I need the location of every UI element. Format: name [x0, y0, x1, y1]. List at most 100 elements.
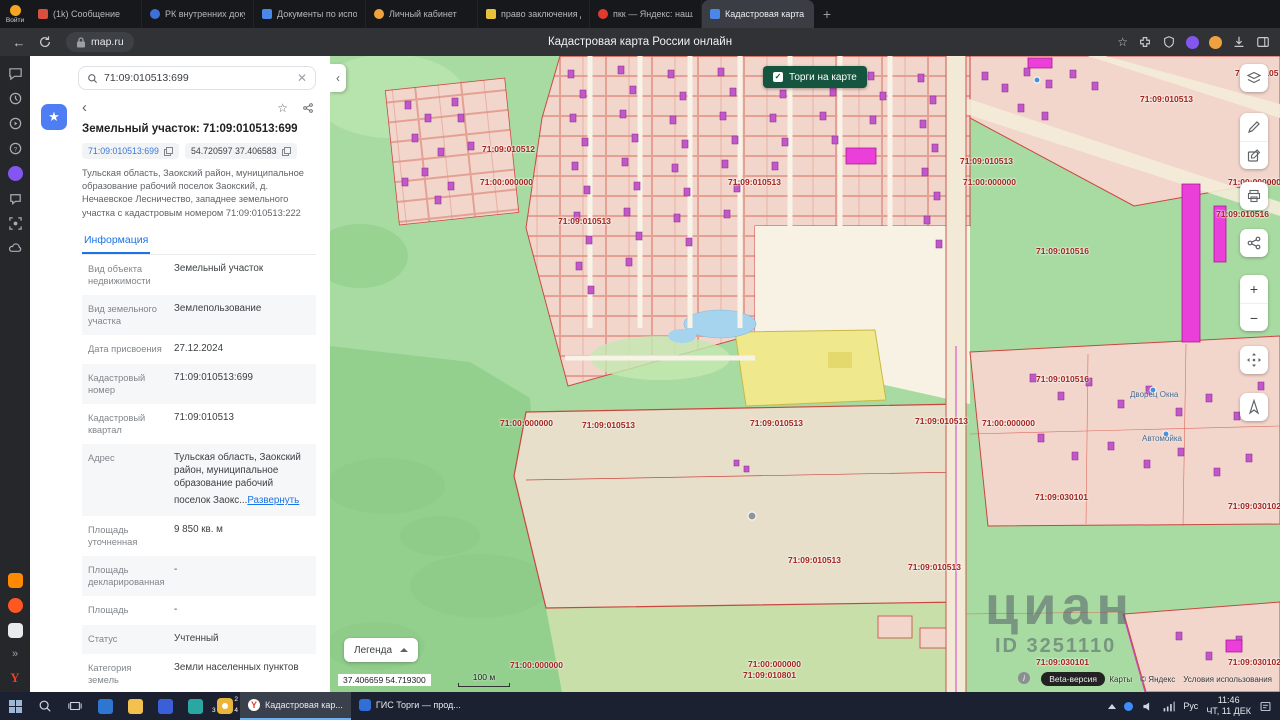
download-icon[interactable] — [1232, 35, 1246, 49]
zoom-out-button[interactable]: − — [1240, 303, 1268, 331]
volume-icon[interactable] — [1141, 700, 1154, 713]
cloud-icon[interactable] — [8, 241, 23, 256]
cadastral-quarter-label: 71:00:000000 — [500, 418, 553, 428]
chat-icon[interactable] — [8, 191, 23, 206]
copy-icon[interactable] — [164, 147, 173, 156]
panel-collapse-button[interactable]: ‹ — [330, 64, 346, 92]
map-graphics — [330, 56, 1280, 692]
pan-button[interactable] — [1240, 346, 1268, 374]
cadastral-quarter-label: 71:00:000000 — [748, 659, 801, 669]
layers-button[interactable] — [1240, 64, 1268, 92]
dialog-icon[interactable] — [8, 66, 23, 81]
history-icon[interactable] — [8, 91, 23, 106]
copy-icon[interactable] — [282, 147, 291, 156]
badge-count: 4 — [234, 707, 238, 714]
address-bar[interactable]: map.ru — [66, 32, 134, 52]
map-share-button[interactable] — [1240, 229, 1268, 257]
row-value: Учтенный — [174, 633, 219, 646]
locate-button[interactable] — [1240, 393, 1268, 421]
search-input[interactable]: 71:09:010513:699 ✕ — [78, 66, 316, 90]
cadastral-number-chip[interactable]: 71:09:010513:699 — [82, 143, 179, 159]
row-label: Площадь — [88, 604, 174, 617]
coordinates-chip[interactable]: 54.720597 37.406583 — [185, 143, 297, 159]
legend-button[interactable]: Легенда — [344, 638, 418, 662]
app-icon-teal[interactable] — [180, 692, 210, 720]
tray-expand-icon[interactable] — [1108, 704, 1116, 709]
task-gis-torgi[interactable]: ГИС Торги — прод... — [351, 692, 469, 720]
new-tab-button[interactable]: + — [814, 0, 840, 28]
share-icon[interactable] — [302, 102, 314, 114]
row-value: Земельный участок — [174, 263, 263, 287]
attributes-table: Вид объекта недвижимостиЗемельный участо… — [82, 255, 316, 692]
torgi-na-karte-button[interactable]: ✓ Торги на карте — [763, 66, 867, 88]
map-pin-app-icon[interactable]: 3 2 4 — [210, 692, 240, 720]
back-button[interactable]: ← — [10, 35, 28, 50]
pencil-icon — [1246, 119, 1262, 135]
tab-messages[interactable]: (1k) Сообщение — [30, 0, 142, 28]
clear-search-icon[interactable]: ✕ — [297, 71, 307, 85]
torgi-check-icon: ✓ — [773, 72, 783, 82]
cadastral-quarter-label: 71:09:010512 — [482, 144, 535, 154]
shortcut-icon-3[interactable] — [8, 623, 23, 638]
favorites-panel-button[interactable]: ★ — [41, 104, 67, 130]
favorite-star-icon[interactable]: ☆ — [277, 101, 288, 115]
network-icon[interactable] — [1162, 700, 1175, 713]
alice-icon[interactable] — [1186, 36, 1199, 49]
zoom-in-button[interactable]: + — [1240, 275, 1268, 303]
task-view-button[interactable] — [60, 692, 90, 720]
account-avatar[interactable] — [1209, 36, 1222, 49]
tab-cadastral-map[interactable]: Кадастровая карта Ро — [702, 0, 814, 28]
language-indicator[interactable]: Рус — [1183, 701, 1198, 711]
bookmark-star-icon[interactable]: ☆ — [1117, 35, 1128, 49]
explorer-app-icon[interactable] — [120, 692, 150, 720]
mail-app-icon[interactable] — [90, 692, 120, 720]
tab-pkk-search[interactable]: пкк — Яндекс: нашлось — [590, 0, 702, 28]
tab-execution-docs[interactable]: Документы по исполне — [254, 0, 366, 28]
start-button[interactable] — [0, 692, 30, 720]
torgi-label: Торги на карте — [789, 72, 857, 83]
info-icon[interactable]: i — [1018, 672, 1030, 684]
tab-internal-docs[interactable]: РК внутренних докумен — [142, 0, 254, 28]
row-label: Вид объекта недвижимости — [88, 263, 174, 287]
scan-icon[interactable] — [8, 216, 23, 231]
refresh-button[interactable] — [38, 35, 56, 49]
expand-link[interactable]: Развернуть — [247, 495, 299, 508]
row-label: Дата присвоения — [88, 343, 174, 356]
protect-shield-icon[interactable] — [1162, 35, 1176, 49]
draw-area-button[interactable] — [1240, 141, 1268, 169]
location-arrow-icon — [1246, 399, 1262, 415]
attribution-terms-link[interactable]: Условия использования — [1183, 675, 1272, 684]
map-canvas[interactable]: 71:09:01051271:00:00000071:09:01051371:0… — [330, 56, 1280, 692]
sidebar-collapse-icon[interactable]: » — [12, 648, 18, 660]
task-cadastral-map[interactable]: Кадастровая кар... — [240, 692, 351, 720]
browser-profile-button[interactable]: Войти — [0, 0, 30, 28]
tab-information[interactable]: Информация — [82, 230, 150, 254]
print-button[interactable] — [1240, 182, 1268, 210]
object-title: Земельный участок: 71:09:010513:699 — [82, 123, 316, 135]
cadastral-quarter-label: 71:09:010801 — [743, 670, 796, 680]
taskbar-clock[interactable]: 11:46 ЧТ, 11 ДЕК — [1206, 695, 1251, 717]
table-row: Вид земельного участкаЗемлепользование — [82, 295, 316, 335]
yandex-icon[interactable]: Y — [10, 670, 19, 686]
gis-torgi-icon — [359, 699, 371, 711]
row-value: 71:09:010513:699 — [174, 372, 253, 396]
app-icon-blue[interactable] — [150, 692, 180, 720]
extensions-icon[interactable] — [1138, 35, 1152, 49]
tab-contract-right[interactable]: право заключения дого — [478, 0, 590, 28]
panel-back-button[interactable]: ‹ — [82, 100, 87, 115]
tray-app-icon[interactable] — [1124, 702, 1133, 711]
tab-personal-cabinet[interactable]: Личный кабинет — [366, 0, 478, 28]
side-panels-icon[interactable] — [1256, 35, 1270, 49]
row-label: Статус — [88, 633, 174, 646]
action-center-icon[interactable] — [1259, 700, 1272, 713]
tab-label: РК внутренних докумен — [165, 9, 245, 19]
tab-favicon — [374, 9, 384, 19]
ruler-button[interactable] — [1240, 113, 1268, 141]
yandex-browser-icon — [248, 699, 260, 711]
shortcut-icon-2[interactable] — [8, 598, 23, 613]
help-icon[interactable]: ? — [8, 141, 23, 156]
shortcut-icon-1[interactable] — [8, 573, 23, 588]
alice-sidebar-icon[interactable] — [8, 166, 23, 181]
taskbar-search-button[interactable] — [30, 692, 60, 720]
play-icon[interactable] — [8, 116, 23, 131]
